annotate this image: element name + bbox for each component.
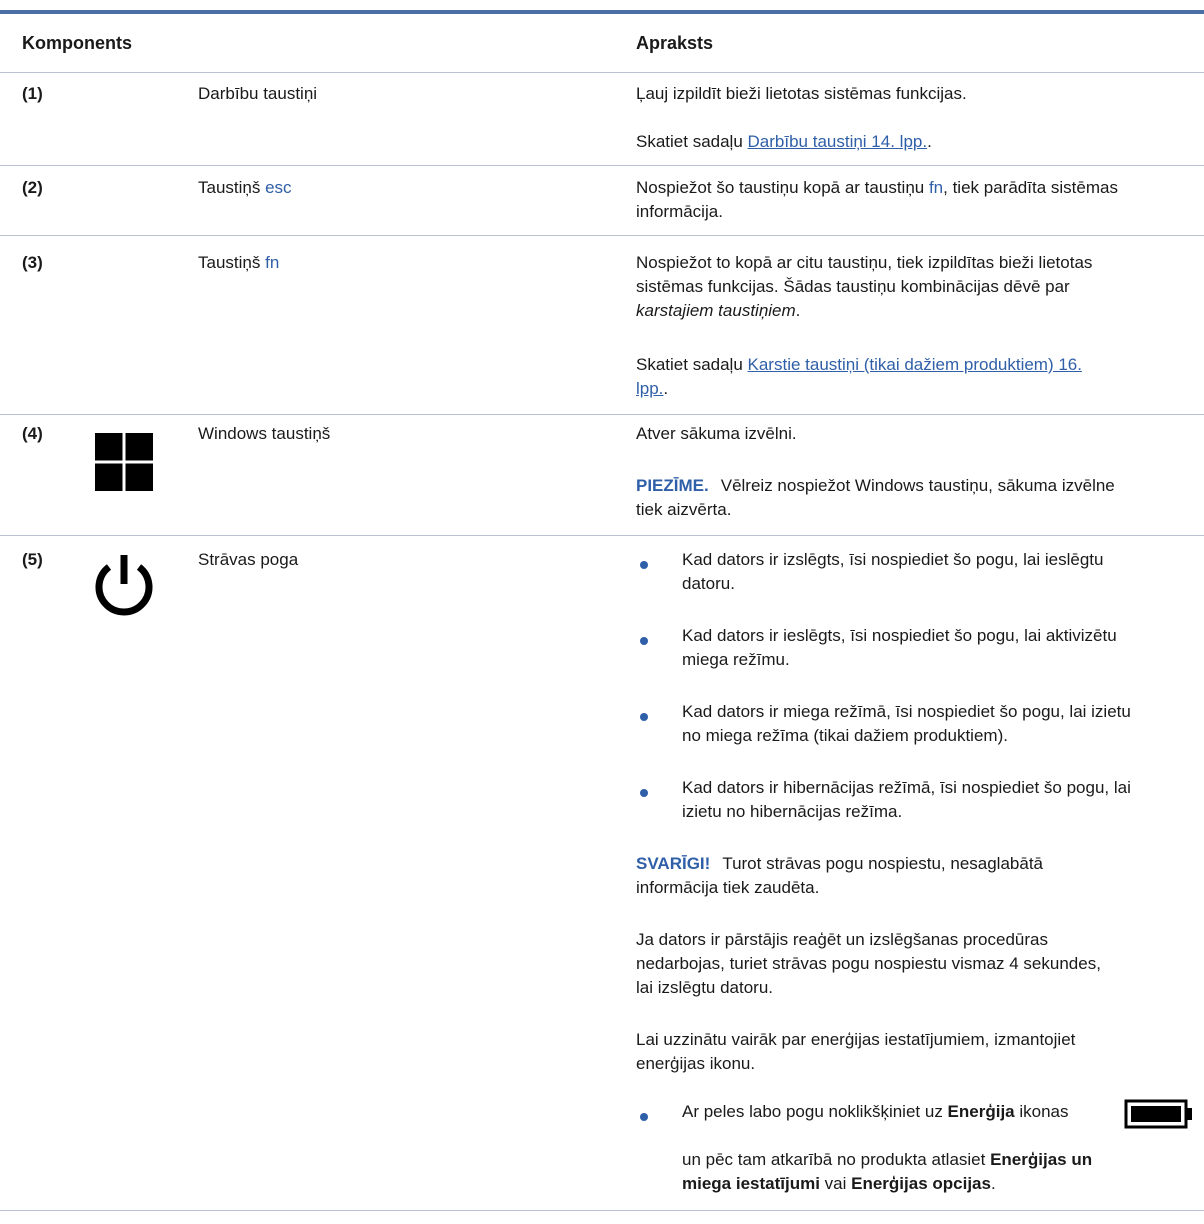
paragraph-line1: Lai uzzinātu vairāk par enerģijas iestat… xyxy=(636,1030,1076,1049)
power-icon xyxy=(92,552,156,618)
bullet-icon xyxy=(640,789,648,797)
options-term: Enerģijas opcijas xyxy=(851,1174,991,1193)
component-name: Windows taustiņš xyxy=(198,424,331,443)
list-item-line2: no miega režīma (tikai dažiem produktiem… xyxy=(682,726,1008,745)
description-line3: karstajiem taustiņiem. xyxy=(636,299,800,323)
component-name: Strāvas poga xyxy=(198,550,299,569)
paragraph-line2: nedarbojas, turiet strāvas pogu nospiest… xyxy=(636,954,1101,973)
list-item-prefix: un pēc tam atkarībā no produkta atlasiet xyxy=(682,1150,991,1169)
reference-suffix: . xyxy=(663,379,669,398)
bullet-icon xyxy=(640,561,648,569)
list-item: Kad dators ir izslēgts, īsi nospiediet š… xyxy=(682,548,1103,596)
row-number: (3) xyxy=(22,253,43,272)
see-reference: Skatiet sadaļu Karstie taustiņi (tikai d… xyxy=(636,353,1082,377)
see-reference-line2: lpp.. xyxy=(636,377,668,401)
key-name: fn xyxy=(928,178,944,197)
settings-term: Enerģijas un xyxy=(990,1150,1093,1169)
name-prefix: Taustiņš xyxy=(198,178,266,197)
reference-link[interactable]: Karstie taustiņi (tikai dažiem produktie… xyxy=(748,355,1082,374)
bullet-icon xyxy=(640,1113,648,1121)
desc-prefix: Nospiežot šo taustiņu kopā ar taustiņu xyxy=(636,178,929,197)
reference-link-cont[interactable]: lpp. xyxy=(636,379,663,398)
list-item: Ar peles labo pogu noklikšķiniet uz Ener… xyxy=(682,1100,1069,1124)
row-divider xyxy=(0,165,1204,166)
list-item-line1: Kad dators ir miega režīmā, īsi nospiedi… xyxy=(682,702,1131,721)
see-reference: Skatiet sadaļu Darbību taustiņi 14. lpp.… xyxy=(636,130,932,154)
note: PIEZĪME. Vēlreiz nospiežot Windows tausti… xyxy=(636,474,1115,498)
reference-prefix: Skatiet sadaļu xyxy=(636,132,748,151)
list-item-line2: un pēc tam atkarībā no produkta atlasiet… xyxy=(682,1148,1092,1172)
header-divider xyxy=(0,72,1204,73)
list-item-suffix: . xyxy=(990,1174,996,1193)
important-note: SVARĪGI! Turot strāvas pogu nospiestu, ne… xyxy=(636,852,1043,876)
row-number: (5) xyxy=(22,550,43,569)
list-item-suffix: ikonas xyxy=(1014,1102,1069,1121)
paragraph-line3: lai izslēgtu datoru. xyxy=(636,978,774,997)
paragraph: Lai uzzinātu vairāk par enerģijas iestat… xyxy=(636,1028,1075,1076)
key-name: fn xyxy=(265,253,280,272)
battery-icon xyxy=(1124,1099,1194,1129)
row-divider xyxy=(0,1210,1204,1211)
settings-term: miega iestatījumi xyxy=(682,1174,820,1193)
note-line2: tiek aizvērta. xyxy=(636,500,732,519)
paragraph: Ja dators ir pārstājis reaģēt un izslēgš… xyxy=(636,928,1101,1000)
list-item-line2: izietu no hibernācijas režīma. xyxy=(682,802,903,821)
bullet-icon xyxy=(640,637,648,645)
list-item: Kad dators ir hibernācijas režīmā, īsi n… xyxy=(682,776,1131,824)
row-number: (1) xyxy=(22,84,43,103)
list-item: Kad dators ir miega režīmā, īsi nospiedi… xyxy=(682,700,1131,748)
key-name: esc xyxy=(265,178,292,197)
list-item-line2: datoru. xyxy=(682,574,735,593)
reference-suffix: . xyxy=(927,132,932,151)
row-number: (4) xyxy=(22,424,43,443)
description-line1: Nospiežot to kopā ar citu taustiņu, tiek… xyxy=(636,253,1093,272)
paragraph-line2: enerģijas ikonu. xyxy=(636,1054,756,1073)
description-line2: sistēmas funkcijas. Šādas taustiņu kombi… xyxy=(636,277,1070,296)
header-component: Komponents xyxy=(22,33,132,53)
component-name: Darbību taustiņi xyxy=(198,84,318,103)
important-label: SVARĪGI! xyxy=(636,854,711,873)
row-number: (2) xyxy=(22,178,43,197)
row-divider xyxy=(0,235,1204,236)
reference-prefix: Skatiet sadaļu xyxy=(636,355,748,374)
energy-term: Enerģija xyxy=(947,1102,1015,1121)
desc-suffix: . xyxy=(795,301,801,320)
header-description: Apraksts xyxy=(636,33,714,53)
list-item-line1: Kad dators ir hibernācijas režīmā, īsi n… xyxy=(682,778,1131,797)
component-name: Taustiņš fn xyxy=(198,251,279,275)
description-text: Atver sākuma izvēlni. xyxy=(636,424,797,443)
name-prefix: Taustiņš xyxy=(198,253,266,272)
desc-suffix: , tiek parādīta sistēmas xyxy=(943,178,1118,197)
table-header: Komponents Apraksts xyxy=(0,14,1204,72)
row-divider xyxy=(0,414,1204,415)
paragraph-line1: Ja dators ir pārstājis reaģēt un izslēgš… xyxy=(636,930,1048,949)
note-text: Vēlreiz nospiežot Windows taustiņu, sāku… xyxy=(720,476,1115,495)
hotkeys-term: karstajiem taustiņiem xyxy=(636,301,796,320)
list-item-line1: Kad dators ir izslēgts, īsi nospiediet š… xyxy=(682,550,1104,569)
list-item-prefix: Ar peles labo pogu noklikšķiniet uz xyxy=(682,1102,948,1121)
reference-link[interactable]: Darbību taustiņi 14. lpp. xyxy=(748,132,928,151)
list-item-line3: miega iestatījumi vai Enerģijas opcijas. xyxy=(682,1172,996,1196)
component-name: Taustiņš esc xyxy=(198,176,292,200)
note-label: PIEZĪME. xyxy=(636,476,709,495)
list-item: Kad dators ir ieslēgts, īsi nospiediet š… xyxy=(682,624,1117,672)
bullet-icon xyxy=(640,713,648,721)
connector-text: vai xyxy=(819,1174,852,1193)
description-text-line2: informācija. xyxy=(636,202,723,221)
row-divider xyxy=(0,535,1204,536)
list-item-line2: miega režīmu. xyxy=(682,650,790,669)
description-text: Nospiežot šo taustiņu kopā ar taustiņu f… xyxy=(636,176,1118,200)
important-note-line2: informācija tiek zaudēta. xyxy=(636,878,820,897)
important-text: Turot strāvas pogu nospiestu, nesaglabāt… xyxy=(722,854,1043,873)
description-text: Ļauj izpildīt bieži lietotas sistēmas fu… xyxy=(636,84,967,103)
list-item-line1: Kad dators ir ieslēgts, īsi nospiediet š… xyxy=(682,626,1117,645)
windows-icon xyxy=(95,433,153,491)
